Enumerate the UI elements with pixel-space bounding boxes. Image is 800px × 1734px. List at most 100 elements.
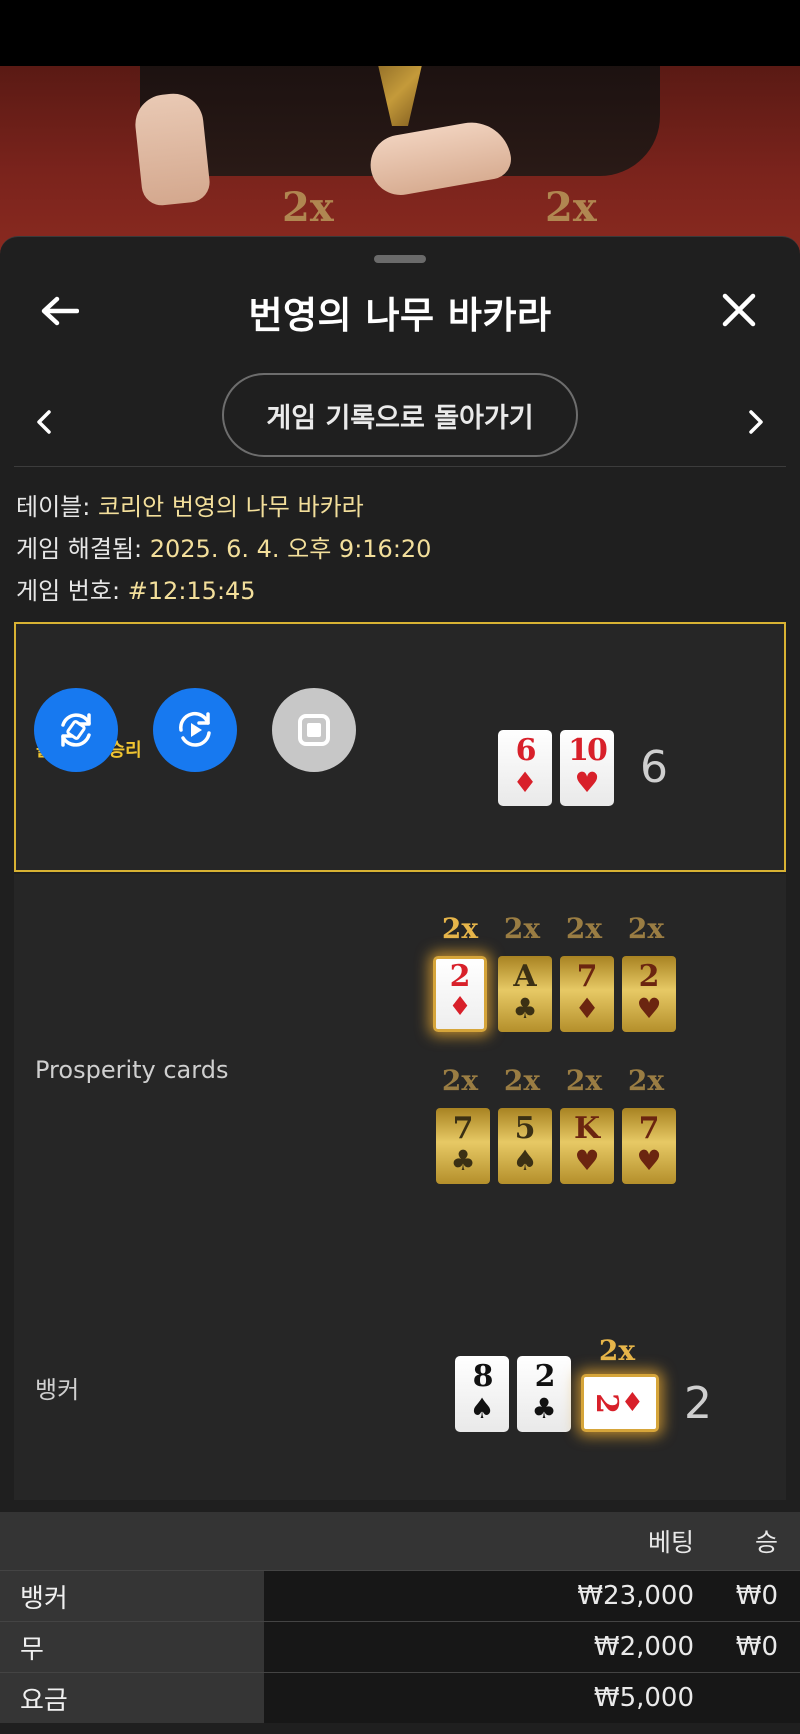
card-rank: 8 bbox=[472, 1359, 494, 1394]
card-rank: 2 bbox=[449, 959, 471, 994]
bet-name: 요금 bbox=[0, 1673, 264, 1723]
prosperity-section: Prosperity cards 2x 2x 2x 2x 2 ♦ A ♣ 7 ♦… bbox=[14, 874, 786, 1224]
stop-button[interactable] bbox=[272, 688, 356, 772]
card-rank: 2 bbox=[638, 959, 660, 994]
stop-icon bbox=[298, 714, 330, 746]
player-card: 10 ♥ bbox=[560, 730, 614, 806]
card-suit: ♦ bbox=[574, 992, 600, 1025]
bet-name: 무 bbox=[0, 1622, 264, 1672]
banker-card: 2 ♣ bbox=[517, 1356, 571, 1432]
card-rank: A bbox=[513, 959, 537, 994]
prosperity-card: 7 ♥ bbox=[622, 1108, 676, 1184]
bet-amount: ₩23,000 bbox=[577, 1581, 694, 1611]
back-to-history-button[interactable]: 게임 기록으로 돌아가기 bbox=[222, 373, 578, 457]
bet-table-header: 베팅 승 bbox=[0, 1512, 800, 1570]
card-suit: ♦ bbox=[512, 766, 538, 799]
prosperity-multiplier: 2x bbox=[503, 912, 541, 945]
prosperity-multiplier: 2x bbox=[441, 1064, 479, 1097]
status-bar bbox=[0, 0, 800, 66]
game-number-info: 게임 번호: #12:15:45 bbox=[16, 571, 256, 606]
table-multiplier: 2x bbox=[282, 184, 334, 231]
card-suit: ♦ bbox=[620, 1388, 645, 1418]
bet-values: ₩5,000 bbox=[264, 1673, 800, 1723]
win-amount: ₩0 bbox=[735, 1632, 778, 1662]
bet-amount: ₩5,000 bbox=[593, 1683, 694, 1713]
table-multiplier: 2x bbox=[545, 184, 597, 231]
table-info-label: 테이블: bbox=[16, 493, 98, 521]
player-score: 6 bbox=[640, 742, 668, 793]
page-title: 번영의 나무 바카라 bbox=[248, 294, 552, 337]
card-rank: 7 bbox=[576, 959, 598, 994]
card-rank: 5 bbox=[514, 1111, 536, 1146]
column-header-win: 승 bbox=[754, 1528, 778, 1557]
resolved-info-label: 게임 해결됨: bbox=[16, 535, 150, 563]
card-suit: ♦ bbox=[448, 992, 472, 1022]
previous-game-button[interactable] bbox=[24, 397, 64, 447]
prosperity-multiplier: 2x bbox=[441, 912, 479, 945]
prosperity-card-highlighted: 2 ♦ bbox=[433, 956, 487, 1032]
drag-handle[interactable] bbox=[374, 255, 426, 263]
card-rank: 2 bbox=[588, 1392, 624, 1414]
card-suit: ♥ bbox=[636, 992, 662, 1025]
close-icon bbox=[722, 293, 756, 327]
prosperity-multiplier: 2x bbox=[627, 912, 665, 945]
bet-values: ₩23,000 ₩0 bbox=[264, 1571, 800, 1621]
card-rank: 2 bbox=[534, 1359, 556, 1394]
resolved-info: 게임 해결됨: 2025. 6. 4. 오후 9:16:20 bbox=[16, 529, 431, 564]
card-suit: ♣ bbox=[450, 1144, 476, 1177]
divider bbox=[14, 466, 786, 467]
replay-play-icon bbox=[179, 711, 211, 747]
card-suit: ♣ bbox=[531, 1392, 557, 1425]
banker-label: 뱅커 bbox=[35, 1376, 80, 1404]
prosperity-multiplier: 2x bbox=[565, 1064, 603, 1097]
prosperity-card: A ♣ bbox=[498, 956, 552, 1032]
bet-name: 뱅커 bbox=[0, 1571, 264, 1621]
card-suit: ♥ bbox=[636, 1144, 662, 1177]
card-rank: 7 bbox=[638, 1111, 660, 1146]
card-suit: ♥ bbox=[574, 1144, 600, 1177]
prosperity-multiplier: 2x bbox=[565, 912, 603, 945]
replay-rotate-icon bbox=[61, 713, 91, 747]
prosperity-card: 2 ♥ bbox=[622, 956, 676, 1032]
bet-table: 베팅 승 뱅커 ₩23,000 ₩0 무 ₩2,000 ₩0 요금 ₩5,000 bbox=[0, 1512, 800, 1723]
player-hand-box: 플레이어 승리 6 ♦ 10 ♥ 6 bbox=[14, 622, 786, 872]
table-row: 요금 ₩5,000 bbox=[0, 1672, 800, 1723]
player-card: 6 ♦ bbox=[498, 730, 552, 806]
prosperity-label: Prosperity cards bbox=[35, 1056, 229, 1084]
prosperity-card: 5 ♠ bbox=[498, 1108, 552, 1184]
banker-score: 2 bbox=[684, 1378, 712, 1429]
bet-values: ₩2,000 ₩0 bbox=[264, 1622, 800, 1672]
resolved-info-value: 2025. 6. 4. 오후 9:16:20 bbox=[149, 535, 432, 563]
card-rank: 7 bbox=[452, 1111, 474, 1146]
table-row: 무 ₩2,000 ₩0 bbox=[0, 1621, 800, 1672]
banker-third-card: 2 ♦ bbox=[581, 1374, 659, 1432]
banker-third-card-multiplier: 2x bbox=[598, 1334, 636, 1367]
close-button[interactable] bbox=[716, 287, 762, 333]
banker-section: 뱅커 8 ♠ 2 ♣ 2x 2 ♦ 2 bbox=[14, 1224, 786, 1500]
bet-amount: ₩2,000 bbox=[593, 1632, 694, 1662]
card-suit: ♣ bbox=[512, 992, 538, 1025]
replay-play-button[interactable] bbox=[153, 688, 237, 772]
chevron-right-icon bbox=[749, 410, 763, 434]
next-game-button[interactable] bbox=[736, 397, 776, 447]
table-row: 뱅커 ₩23,000 ₩0 bbox=[0, 1570, 800, 1621]
table-info: 테이블: 코리안 번영의 나무 바카라 bbox=[16, 487, 364, 522]
prosperity-card: 7 ♦ bbox=[560, 956, 614, 1032]
table-info-value: 코리안 번영의 나무 바카라 bbox=[97, 493, 364, 521]
card-suit: ♠ bbox=[512, 1144, 538, 1177]
prosperity-card: K ♥ bbox=[560, 1108, 614, 1184]
game-number-label: 게임 번호: bbox=[16, 577, 128, 605]
prosperity-card: 7 ♣ bbox=[436, 1108, 490, 1184]
card-rank: 10 bbox=[568, 733, 608, 768]
live-video-background: 2x 2x bbox=[0, 66, 800, 256]
win-amount: ₩0 bbox=[735, 1581, 778, 1611]
prosperity-multiplier: 2x bbox=[627, 1064, 665, 1097]
card-rank: K bbox=[573, 1111, 601, 1146]
card-suit: ♠ bbox=[469, 1392, 495, 1425]
card-rank: 6 bbox=[515, 733, 537, 768]
column-header-bet: 베팅 bbox=[647, 1528, 694, 1557]
prosperity-multiplier: 2x bbox=[503, 1064, 541, 1097]
auto-replay-button[interactable] bbox=[34, 688, 118, 772]
game-number-value: #12:15:45 bbox=[127, 577, 256, 605]
card-suit: ♥ bbox=[574, 766, 600, 799]
